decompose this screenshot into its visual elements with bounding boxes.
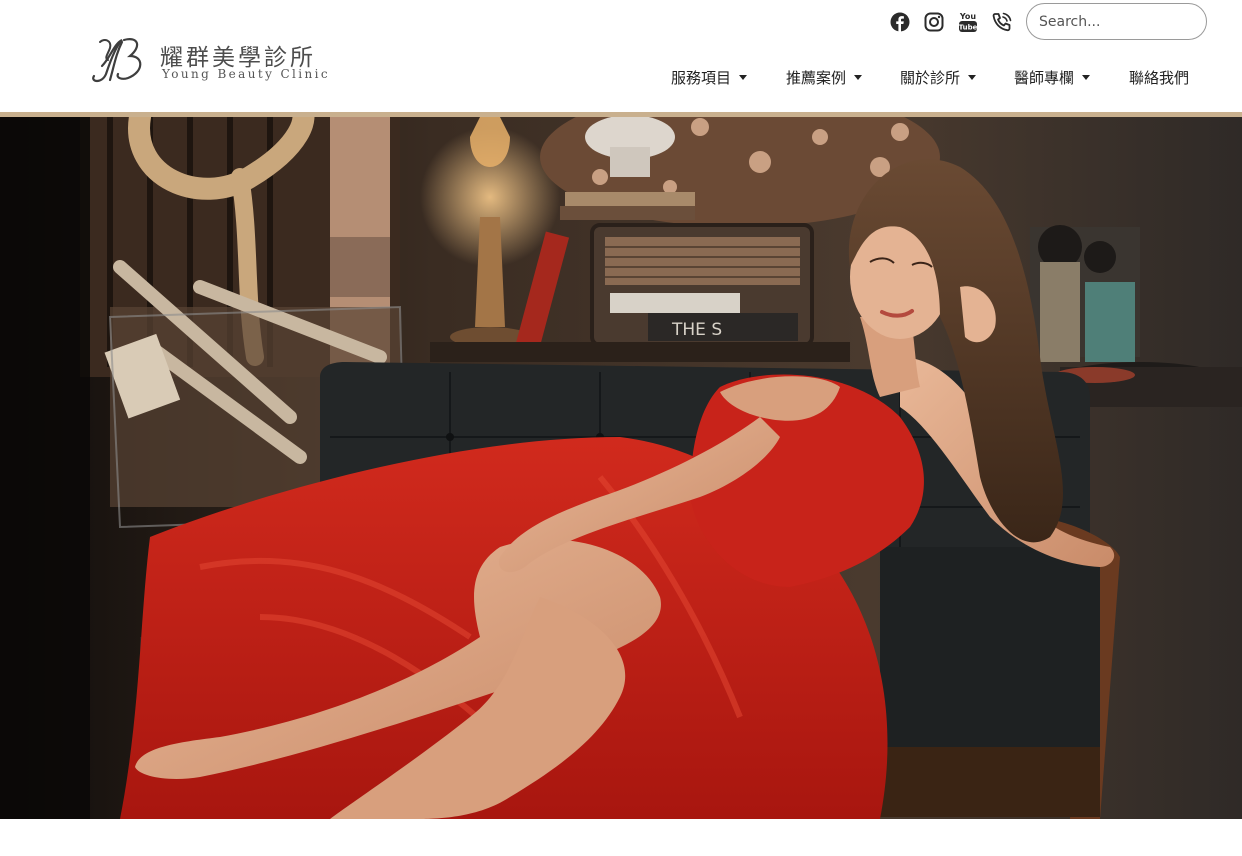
- svg-text:Tube: Tube: [959, 24, 978, 32]
- instagram-icon[interactable]: [922, 10, 946, 34]
- chevron-down-icon: [854, 74, 863, 80]
- chevron-down-icon: [739, 74, 748, 80]
- youtube-icon[interactable]: You Tube: [956, 10, 980, 34]
- search-input[interactable]: [1026, 3, 1207, 40]
- main-nav: 服務項目 推薦案例 關於診所 醫師專欄 聯絡我們: [0, 64, 1242, 90]
- chevron-down-icon: [968, 74, 977, 80]
- phone-icon[interactable]: [990, 10, 1014, 34]
- radio-label: THE S: [671, 320, 722, 340]
- chevron-down-icon: [1082, 74, 1091, 80]
- nav-item-services[interactable]: 服務項目: [671, 64, 748, 90]
- nav-item-label: 醫師專欄: [1014, 68, 1075, 87]
- social-links: You Tube: [888, 10, 1024, 34]
- nav-item-cases[interactable]: 推薦案例: [786, 64, 863, 90]
- hero-banner[interactable]: THE S: [0, 117, 1242, 819]
- facebook-icon[interactable]: [888, 10, 912, 34]
- nav-item-about[interactable]: 關於診所: [900, 64, 977, 90]
- hero-image: THE S: [0, 117, 1242, 819]
- svg-text:You: You: [959, 12, 977, 21]
- nav-item-doctors[interactable]: 醫師專欄: [1014, 64, 1091, 90]
- nav-item-label: 關於診所: [900, 68, 961, 87]
- page-body-start: [0, 819, 1242, 856]
- site-header: 耀群美學診所 Young Beauty Clinic You Tube Sear…: [0, 0, 1242, 112]
- nav-item-label: 推薦案例: [786, 68, 847, 87]
- nav-item-contact[interactable]: 聯絡我們: [1129, 64, 1189, 90]
- nav-item-label: 聯絡我們: [1129, 68, 1190, 87]
- nav-item-label: 服務項目: [671, 68, 732, 87]
